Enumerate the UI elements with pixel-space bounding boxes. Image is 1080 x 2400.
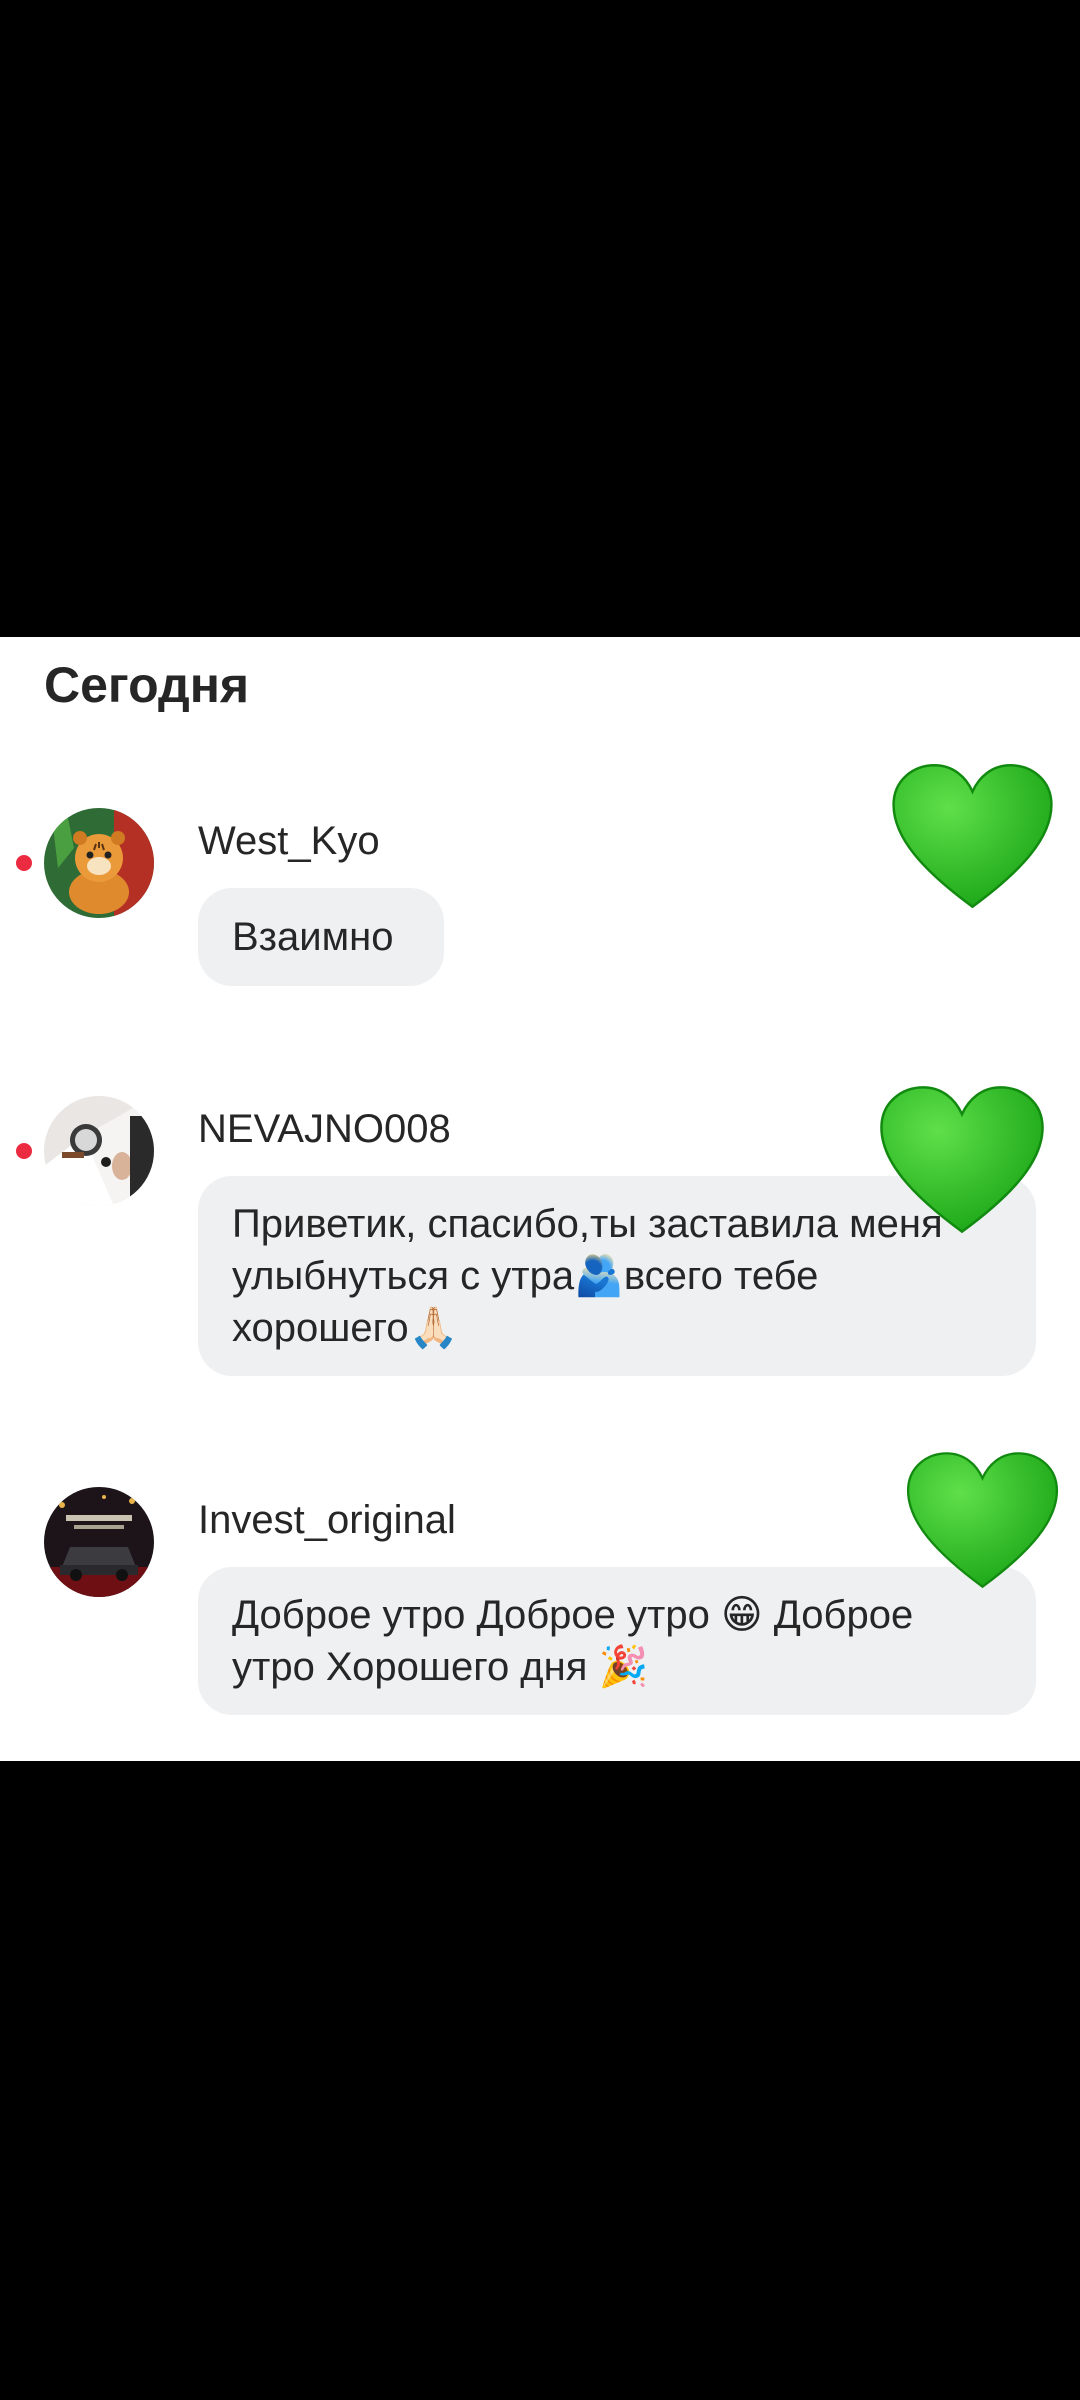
username[interactable]: NEVAJNO008: [198, 1109, 451, 1149]
tiger-cub-avatar-icon: [44, 808, 154, 918]
avatar-nevajno008[interactable]: [44, 1096, 154, 1206]
green-heart-icon[interactable]: [890, 762, 1055, 910]
avatar-west-kyo[interactable]: [44, 808, 154, 918]
green-heart-icon[interactable]: [905, 1450, 1060, 1590]
avatar-invest-original[interactable]: [44, 1487, 154, 1597]
unread-indicator: [16, 855, 32, 871]
username[interactable]: West_Kyo: [198, 821, 380, 861]
unread-indicator: [16, 1143, 32, 1159]
green-heart-icon[interactable]: [878, 1084, 1046, 1235]
section-title: Сегодня: [44, 657, 250, 713]
username[interactable]: Invest_original: [198, 1500, 456, 1540]
watch-cufflink-avatar-icon: [44, 1096, 154, 1206]
message-bubble[interactable]: Взаимно: [198, 888, 444, 986]
dark-car-avatar-icon: [44, 1487, 154, 1597]
